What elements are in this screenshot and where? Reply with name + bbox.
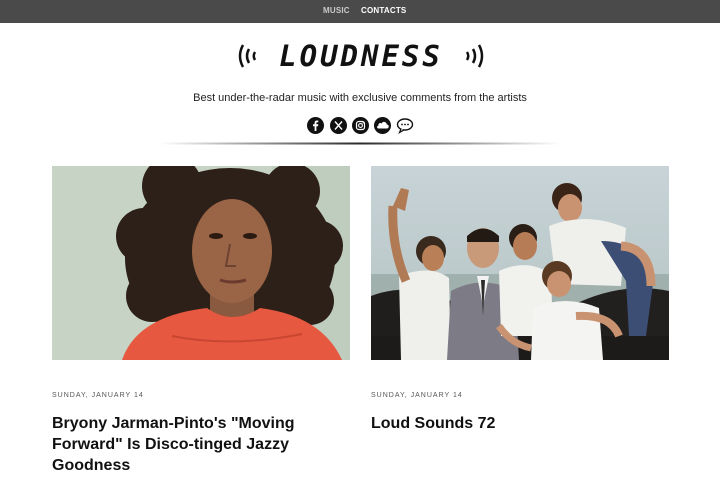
site-tagline: Best under-the-radar music with exclusiv… [193, 92, 527, 104]
portrait-photo [52, 166, 350, 360]
logo-wordmark: LOUDNESS [279, 39, 443, 73]
instagram-icon[interactable] [352, 117, 369, 134]
post-image-portrait[interactable] [52, 166, 350, 360]
facebook-icon[interactable] [307, 117, 324, 134]
chat-bubble-icon[interactable] [396, 117, 414, 134]
x-twitter-icon[interactable] [330, 117, 347, 134]
soundcloud-icon[interactable] [374, 117, 391, 134]
post-date: SUNDAY, JANUARY 14 [52, 392, 144, 399]
nav-link-contacts[interactable]: CONTACTS [361, 6, 406, 15]
site-logo[interactable]: LOUDNESS [238, 36, 484, 76]
social-links [307, 117, 417, 135]
post-date: SUNDAY, JANUARY 14 [371, 392, 463, 399]
top-nav-bar: MUSIC CONTACTS [0, 0, 720, 23]
post-image-group[interactable] [371, 166, 669, 360]
sound-waves-right-icon [465, 44, 484, 68]
group-photo [371, 166, 669, 360]
post-title-link[interactable]: Loud Sounds 72 [371, 413, 631, 434]
post-title-link[interactable]: Bryony Jarman-Pinto's "Moving Forward" I… [52, 413, 312, 476]
sound-waves-left-icon [238, 44, 257, 68]
nav-link-music[interactable]: MUSIC [323, 6, 350, 15]
header-divider [160, 142, 560, 145]
